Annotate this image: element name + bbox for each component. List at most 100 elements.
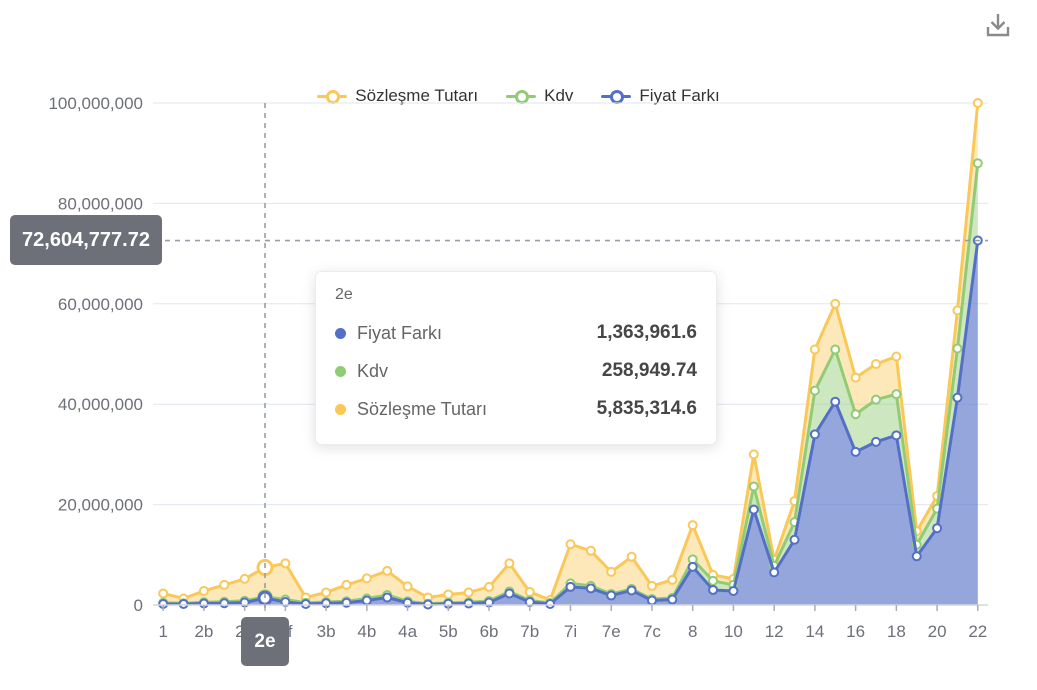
data-point[interactable] bbox=[607, 591, 615, 599]
data-point[interactable] bbox=[831, 300, 839, 308]
data-point[interactable] bbox=[892, 353, 900, 361]
data-point[interactable] bbox=[974, 159, 982, 167]
data-point[interactable] bbox=[220, 581, 228, 589]
data-point[interactable] bbox=[220, 599, 228, 607]
data-point[interactable] bbox=[831, 398, 839, 406]
x-axis-label: 12 bbox=[765, 622, 784, 641]
data-point[interactable] bbox=[852, 448, 860, 456]
data-point[interactable] bbox=[852, 410, 860, 418]
data-point[interactable] bbox=[342, 581, 350, 589]
y-axis-label: 80,000,000 bbox=[58, 194, 143, 213]
data-point[interactable] bbox=[628, 586, 636, 594]
data-point[interactable] bbox=[383, 567, 391, 575]
data-point[interactable] bbox=[567, 583, 575, 591]
data-point[interactable] bbox=[750, 506, 758, 514]
x-axis-label: 18 bbox=[887, 622, 906, 641]
data-point[interactable] bbox=[281, 559, 289, 567]
x-axis-label: 1 bbox=[158, 622, 167, 641]
data-point[interactable] bbox=[689, 521, 697, 529]
data-point[interactable] bbox=[587, 547, 595, 555]
data-point[interactable] bbox=[648, 582, 656, 590]
series-dot-icon bbox=[335, 328, 346, 339]
data-point[interactable] bbox=[953, 344, 961, 352]
x-axis-label: 20 bbox=[928, 622, 947, 641]
data-point[interactable] bbox=[180, 600, 188, 608]
series-dot-icon bbox=[335, 404, 346, 415]
data-point[interactable] bbox=[546, 600, 554, 608]
data-point[interactable] bbox=[363, 574, 371, 582]
data-point[interactable] bbox=[465, 588, 473, 596]
x-axis-label: 2b bbox=[194, 622, 213, 641]
chart-panel: Sözleşme Tutarı Kdv Fiyat Farkı 12b2d2e2… bbox=[0, 0, 1037, 690]
data-point[interactable] bbox=[668, 576, 676, 584]
data-point[interactable] bbox=[648, 596, 656, 604]
data-point[interactable] bbox=[668, 595, 676, 603]
x-axis-label: 14 bbox=[805, 622, 824, 641]
data-point[interactable] bbox=[872, 360, 880, 368]
data-point[interactable] bbox=[159, 589, 167, 597]
data-point[interactable] bbox=[953, 394, 961, 402]
data-point[interactable] bbox=[505, 589, 513, 597]
data-point[interactable] bbox=[363, 596, 371, 604]
data-point[interactable] bbox=[791, 536, 799, 544]
tooltip-row: Sözleşme Tutarı 5,835,314.6 bbox=[335, 390, 697, 428]
y-axis-label: 100,000,000 bbox=[48, 94, 143, 113]
data-point[interactable] bbox=[811, 345, 819, 353]
tooltip-row: Fiyat Farkı 1,363,961.6 bbox=[335, 314, 697, 352]
x-axis-label: 16 bbox=[846, 622, 865, 641]
data-point[interactable] bbox=[404, 582, 412, 590]
y-axis-label: 60,000,000 bbox=[58, 295, 143, 314]
data-point[interactable] bbox=[200, 587, 208, 595]
data-point[interactable] bbox=[587, 584, 595, 592]
data-point[interactable] bbox=[526, 588, 534, 596]
data-point[interactable] bbox=[892, 431, 900, 439]
x-axis-label: 7e bbox=[602, 622, 621, 641]
x-axis-label: 3b bbox=[317, 622, 336, 641]
data-point[interactable] bbox=[302, 600, 310, 608]
x-axis-label: 6b bbox=[480, 622, 499, 641]
x-axis-label: 4b bbox=[357, 622, 376, 641]
data-point[interactable] bbox=[241, 575, 249, 583]
data-point[interactable] bbox=[505, 559, 513, 567]
x-axis-pointer-badge: 2e bbox=[241, 617, 289, 666]
data-point[interactable] bbox=[913, 552, 921, 560]
data-point[interactable] bbox=[628, 553, 636, 561]
x-axis-label: 22 bbox=[968, 622, 987, 641]
x-axis-label: 4a bbox=[398, 622, 417, 641]
tooltip-title: 2e bbox=[335, 286, 697, 304]
tooltip: 2e Fiyat Farkı 1,363,961.6 Kdv 258,949.7… bbox=[315, 271, 717, 445]
data-point[interactable] bbox=[750, 483, 758, 491]
x-axis-label: 10 bbox=[724, 622, 743, 641]
data-point[interactable] bbox=[567, 540, 575, 548]
data-point[interactable] bbox=[872, 396, 880, 404]
x-axis-label: 7c bbox=[643, 622, 661, 641]
data-point[interactable] bbox=[322, 588, 330, 596]
y-axis-label: 0 bbox=[134, 596, 143, 615]
data-point[interactable] bbox=[689, 563, 697, 571]
data-point[interactable] bbox=[607, 568, 615, 576]
data-point[interactable] bbox=[770, 568, 778, 576]
data-point[interactable] bbox=[872, 438, 880, 446]
data-point[interactable] bbox=[383, 593, 391, 601]
data-point[interactable] bbox=[852, 374, 860, 382]
data-point[interactable] bbox=[709, 586, 717, 594]
data-point[interactable] bbox=[892, 390, 900, 398]
data-point[interactable] bbox=[729, 587, 737, 595]
data-point[interactable] bbox=[811, 387, 819, 395]
x-axis-label: 7b bbox=[520, 622, 539, 641]
data-point[interactable] bbox=[709, 577, 717, 585]
y-axis-pointer-label: 72,604,777.72 bbox=[10, 215, 162, 265]
data-point[interactable] bbox=[485, 583, 493, 591]
data-point[interactable] bbox=[974, 99, 982, 107]
data-point[interactable] bbox=[831, 345, 839, 353]
x-axis-label: 7i bbox=[564, 622, 577, 641]
x-axis-label: 5b bbox=[439, 622, 458, 641]
y-axis-label: 20,000,000 bbox=[58, 496, 143, 515]
data-point[interactable] bbox=[811, 430, 819, 438]
data-point[interactable] bbox=[933, 524, 941, 532]
data-point[interactable] bbox=[444, 590, 452, 598]
tooltip-row: Kdv 258,949.74 bbox=[335, 352, 697, 390]
series-dot-icon bbox=[335, 366, 346, 377]
data-point[interactable] bbox=[750, 450, 758, 458]
data-point[interactable] bbox=[465, 599, 473, 607]
